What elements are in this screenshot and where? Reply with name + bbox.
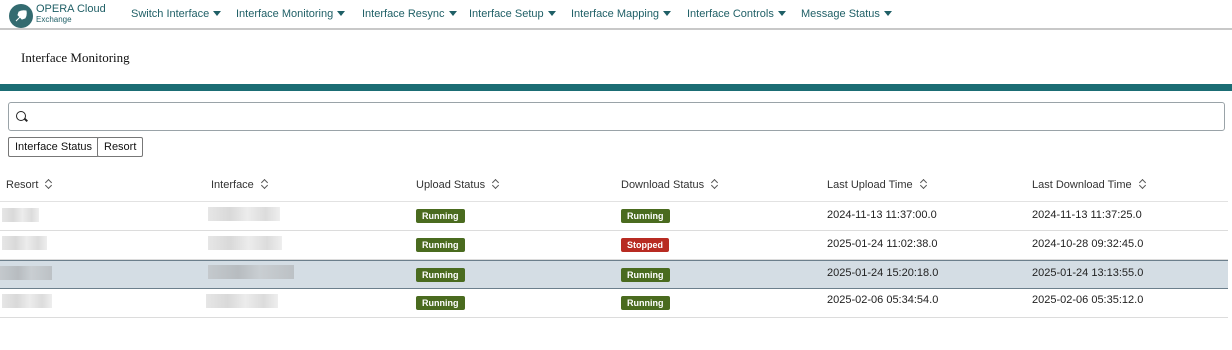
search-input[interactable]	[33, 106, 1213, 127]
table-row-selected[interactable]: Running Running 2025-01-24 15:20:18.0 20…	[0, 260, 1228, 289]
last-download-time: 2025-02-06 05:35:12.0	[1032, 294, 1144, 306]
column-header-last-upload-time[interactable]: Last Upload Time	[827, 179, 928, 191]
column-header-label: Download Status	[621, 179, 705, 191]
page-title: Interface Monitoring	[21, 50, 130, 65]
redacted-interface	[208, 265, 294, 279]
chevron-down-icon	[883, 11, 892, 16]
table-row[interactable]: Running Running 2025-02-06 05:34:54.0 20…	[0, 289, 1228, 318]
search-box[interactable]	[8, 102, 1225, 131]
column-header-label: Upload Status	[416, 179, 486, 191]
redacted-interface	[208, 236, 282, 250]
table-row[interactable]: Running Stopped 2025-01-24 11:02:38.0 20…	[0, 231, 1228, 260]
filter-resort-button[interactable]: Resort	[97, 137, 144, 157]
nav-menu-interface-monitoring[interactable]: Interface Monitoring	[236, 8, 346, 20]
nav-menu-label: Interface Monitoring	[236, 8, 334, 20]
last-upload-time: 2025-01-24 11:02:38.0	[827, 238, 938, 250]
nav-menu-label: Switch Interface	[131, 8, 210, 20]
brand-line-1: OPERA Cloud	[36, 3, 106, 15]
brand-line-2: Exchange	[36, 15, 72, 24]
column-header-download-status[interactable]: Download Status	[621, 179, 719, 191]
sort-icon[interactable]	[45, 179, 53, 189]
download-status-badge: Running	[621, 296, 670, 310]
sort-icon[interactable]	[920, 179, 928, 189]
column-header-label: Resort	[6, 179, 39, 191]
redacted-interface	[208, 207, 280, 221]
nav-menu-label: Interface Controls	[687, 8, 774, 20]
redacted-resort	[2, 236, 47, 250]
column-header-upload-status[interactable]: Upload Status	[416, 179, 500, 191]
column-header-last-download-time[interactable]: Last Download Time	[1032, 179, 1147, 191]
last-upload-time: 2025-01-24 15:20:18.0	[827, 267, 939, 279]
chevron-down-icon	[448, 11, 457, 16]
redacted-resort	[2, 208, 39, 222]
last-download-time: 2024-11-13 11:37:25.0	[1032, 209, 1142, 221]
nav-menu-label: Interface Mapping	[571, 8, 660, 20]
column-header-label: Last Upload Time	[827, 179, 913, 191]
last-download-time: 2025-01-24 13:13:55.0	[1032, 267, 1144, 279]
download-status-badge: Running	[621, 209, 670, 223]
filter-interface-status-button[interactable]: Interface Status	[8, 137, 100, 157]
nav-menu-label: Interface Resync	[362, 8, 445, 20]
sort-icon[interactable]	[492, 179, 500, 189]
nav-menu-label: Message Status	[801, 8, 880, 20]
column-header-interface[interactable]: Interface	[211, 179, 269, 191]
redacted-resort	[2, 294, 52, 308]
page-header	[0, 32, 1232, 84]
chevron-down-icon	[337, 11, 346, 16]
nav-menu-switch-interface[interactable]: Switch Interface	[131, 8, 222, 20]
chevron-down-icon	[213, 11, 222, 16]
opera-logo-icon[interactable]	[9, 4, 33, 28]
upload-status-badge: Running	[416, 268, 465, 282]
top-navigation-bar: OPERA Cloud Exchange Switch Interface In…	[0, 0, 1232, 30]
table-row[interactable]: Running Running 2024-11-13 11:37:00.0 20…	[0, 202, 1228, 231]
download-status-badge: Running	[621, 268, 670, 282]
download-status-badge: Stopped	[621, 238, 669, 252]
upload-status-badge: Running	[416, 238, 465, 252]
last-upload-time: 2025-02-06 05:34:54.0	[827, 294, 939, 306]
nav-menu-interface-mapping[interactable]: Interface Mapping	[571, 8, 672, 20]
column-header-resort[interactable]: Resort	[6, 179, 53, 191]
upload-status-badge: Running	[416, 296, 465, 310]
last-download-time: 2024-10-28 09:32:45.0	[1032, 238, 1144, 250]
nav-menu-message-status[interactable]: Message Status	[801, 8, 892, 20]
sort-icon[interactable]	[711, 179, 719, 189]
redacted-interface	[206, 294, 278, 308]
sort-icon[interactable]	[261, 179, 269, 189]
search-icon	[16, 111, 26, 121]
chevron-down-icon	[547, 11, 556, 16]
nav-menu-label: Interface Setup	[469, 8, 544, 20]
redacted-resort	[0, 266, 52, 280]
nav-menu-interface-setup[interactable]: Interface Setup	[469, 8, 556, 20]
nav-menu-interface-resync[interactable]: Interface Resync	[362, 8, 457, 20]
upload-status-badge: Running	[416, 209, 465, 223]
chevron-down-icon	[663, 11, 672, 16]
column-header-label: Interface	[211, 179, 254, 191]
accent-divider	[0, 84, 1232, 91]
column-header-label: Last Download Time	[1032, 179, 1132, 191]
sort-icon[interactable]	[1139, 179, 1147, 189]
chevron-down-icon	[777, 11, 786, 16]
brand-name[interactable]: OPERA Cloud Exchange	[36, 4, 106, 25]
nav-menu-interface-controls[interactable]: Interface Controls	[687, 8, 786, 20]
last-upload-time: 2024-11-13 11:37:00.0	[827, 209, 937, 221]
